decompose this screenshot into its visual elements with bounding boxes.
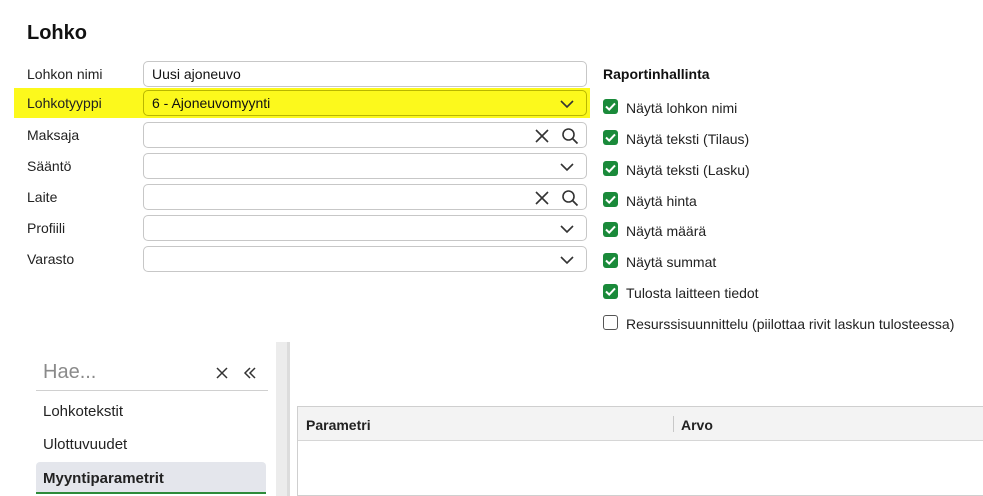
laite-lookup[interactable] [143,184,587,210]
nav-item-lohkotekstit[interactable]: Lohkotekstit [36,395,266,427]
field-lohkotyyppi: Lohkotyyppi 6 - Ajoneuvomyynti [14,88,590,118]
checkbox-checked[interactable] [603,99,618,114]
nav-item-label: Lohkotekstit [43,403,124,420]
nav-item-label: Myyntiparametrit [43,470,164,487]
double-chevron-left-icon[interactable] [242,365,258,381]
checkbox-checked[interactable] [603,192,618,207]
checkbox-label: Näytä hinta [626,193,697,209]
checkbox-label: Näytä teksti (Lasku) [626,162,750,178]
checkbox-label: Näytä summat [626,254,717,270]
search-input[interactable]: Hae... [43,361,96,384]
nav-search[interactable]: Hae... [36,355,268,391]
lohkon-nimi-input[interactable]: Uusi ajoneuvo [143,61,587,87]
field-value: Uusi ajoneuvo [152,66,241,82]
close-icon[interactable] [214,365,230,381]
field-saanto: Sääntö [14,151,590,181]
splitter-divider [287,342,290,496]
saanto-select[interactable] [143,153,587,179]
grid-header: Parametri Arvo [298,407,983,441]
field-profiili: Profiili [14,213,590,243]
field-label: Lohkotyyppi [27,95,102,111]
checkbox-label: Näytä teksti (Tilaus) [626,131,750,147]
field-label: Lohkon nimi [27,66,103,82]
close-icon[interactable] [533,127,551,145]
field-label: Sääntö [27,158,72,174]
lohkotyyppi-select[interactable]: 6 - Ajoneuvomyynti [143,90,587,116]
chevron-down-icon[interactable] [558,158,576,176]
checkbox-label: Näytä määrä [626,223,707,239]
field-value: 6 - Ajoneuvomyynti [152,95,271,111]
column-header-parametri[interactable]: Parametri [306,417,371,433]
field-label: Varasto [27,251,75,267]
field-varasto: Varasto [14,244,590,274]
field-maksaja: Maksaja [14,120,590,150]
profiili-select[interactable] [143,215,587,241]
checkbox-checked[interactable] [603,222,618,237]
field-label: Profiili [27,220,66,236]
field-lohkon-nimi: Lohkon nimi Uusi ajoneuvo [14,59,590,89]
search-icon[interactable] [561,127,579,145]
checkbox-checked[interactable] [603,130,618,145]
nav-item-myyntiparametrit[interactable]: Myyntiparametrit [36,462,266,494]
column-separator[interactable] [673,416,674,432]
field-laite: Laite [14,182,590,212]
chevron-down-icon[interactable] [558,220,576,238]
parameter-grid: Parametri Arvo [297,406,983,496]
checkbox-label: Näytä lohkon nimi [626,100,738,116]
checkbox-label: Tulosta laitteen tiedot [626,285,759,301]
field-label: Maksaja [27,127,80,143]
checkbox-checked[interactable] [603,253,618,268]
field-label: Laite [27,189,58,205]
checkbox-unchecked[interactable] [603,315,618,330]
varasto-select[interactable] [143,246,587,272]
column-header-arvo[interactable]: Arvo [681,417,713,433]
side-navigation: Hae... Lohkotekstit Ulottuvuudet Myyntip… [28,345,276,496]
search-icon[interactable] [561,189,579,207]
report-section-title: Raportinhallinta [603,66,710,82]
page-title: Lohko [27,22,87,44]
checkbox-label: Resurssisuunnittelu (piilottaa rivit las… [626,316,955,332]
close-icon[interactable] [533,189,551,207]
checkbox-checked[interactable] [603,161,618,176]
maksaja-lookup[interactable] [143,122,587,148]
checkbox-checked[interactable] [603,284,618,299]
nav-item-label: Ulottuvuudet [43,436,128,453]
chevron-down-icon[interactable] [558,251,576,269]
nav-item-ulottuvuudet[interactable]: Ulottuvuudet [36,428,266,460]
chevron-down-icon[interactable] [558,95,576,113]
